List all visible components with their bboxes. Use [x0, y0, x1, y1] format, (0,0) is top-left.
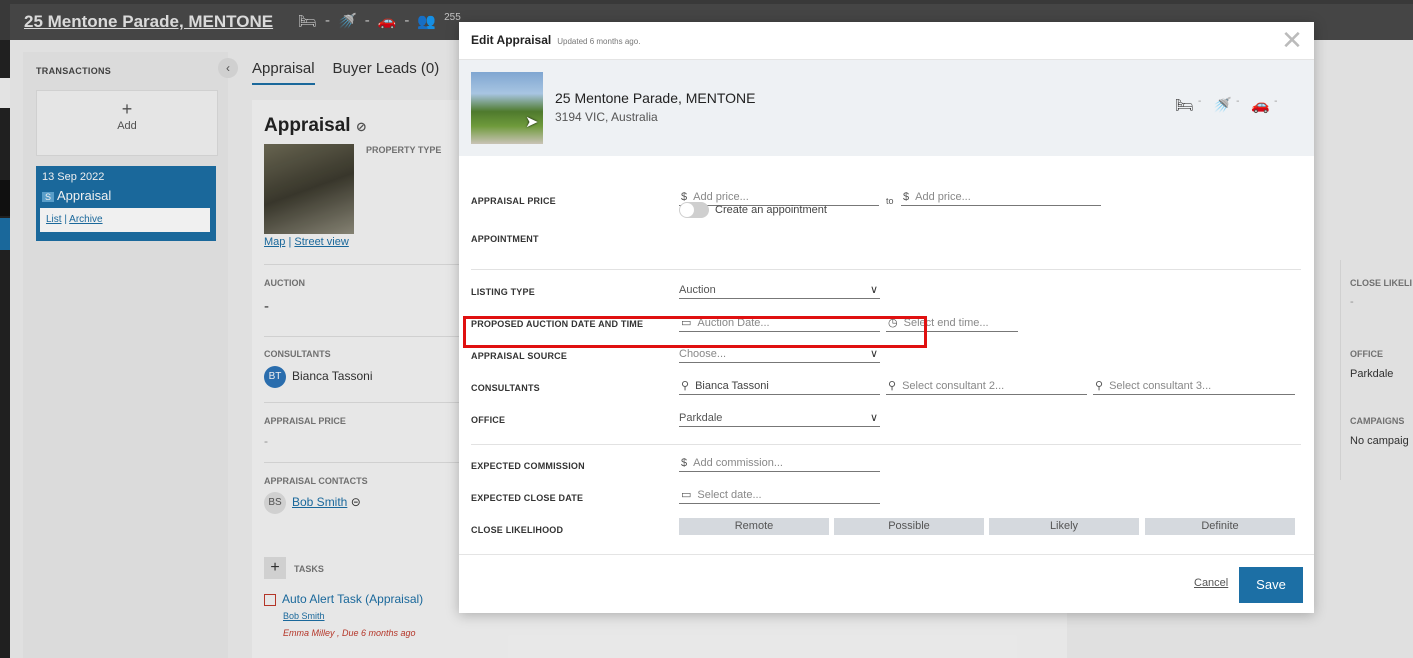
appraisal-source-value: Choose...	[679, 348, 727, 360]
commission-input[interactable]: $ Add commission...	[679, 454, 880, 472]
search-icon: ⚲	[681, 380, 690, 392]
sep: -	[1198, 96, 1202, 107]
appointment-toggle-label: Create an appointment	[715, 204, 827, 216]
address-line1: 25 Mentone Parade, MENTONE	[555, 90, 756, 106]
divider	[471, 269, 1301, 270]
updated-text: Updated 6 months ago.	[557, 37, 641, 46]
expected-commission-label: EXPECTED COMMISSION	[471, 461, 585, 471]
divider	[471, 444, 1301, 445]
modal-form: APPRAISAL PRICE $ Add price... to $ Add pr…	[459, 156, 1314, 554]
likelihood-likely[interactable]: Likely	[989, 518, 1139, 535]
search-icon: ⚲	[1095, 380, 1104, 392]
chevron-down-icon: ∨	[869, 412, 878, 424]
save-button[interactable]: Save	[1239, 567, 1303, 603]
consultant2-placeholder: Select consultant 2...	[902, 380, 1005, 392]
listing-type-value: Auction	[679, 284, 716, 296]
price-to-placeholder: Add price...	[915, 191, 971, 203]
consultant3-input[interactable]: ⚲ Select consultant 3...	[1093, 377, 1295, 395]
listing-type-select[interactable]: Auction ∨	[679, 281, 880, 299]
modal-property-summary: ➤ 25 Mentone Parade, MENTONE 3194 VIC, A…	[459, 60, 1314, 156]
likelihood-remote[interactable]: Remote	[679, 518, 829, 535]
close-icon[interactable]: ✕	[1279, 27, 1305, 54]
office-select[interactable]: Parkdale ∨	[679, 409, 880, 427]
toggle-knob	[680, 203, 694, 217]
highlight-box	[463, 316, 927, 348]
modal-title: Edit Appraisal Updated 6 months ago.	[471, 33, 640, 47]
mouse-cursor-icon: ➤	[525, 114, 539, 131]
listing-type-label: LISTING TYPE	[471, 287, 535, 297]
modal-footer: Cancel Save	[459, 554, 1314, 614]
close-likelihood-label: CLOSE LIKELIHOOD	[471, 525, 564, 535]
bed-icon: 🛏	[1175, 97, 1195, 114]
expected-close-date-label: EXPECTED CLOSE DATE	[471, 493, 584, 503]
search-icon: ⚲	[888, 380, 897, 392]
edit-appraisal-modal: Edit Appraisal Updated 6 months ago. ✕ ➤ …	[459, 22, 1314, 613]
consultant2-input[interactable]: ⚲ Select consultant 2...	[886, 377, 1087, 395]
appointment-toggle[interactable]	[679, 202, 709, 218]
cancel-button[interactable]: Cancel	[1194, 577, 1228, 589]
modal-title-text: Edit Appraisal	[471, 33, 552, 47]
price-to-input[interactable]: $ Add price...	[901, 188, 1101, 206]
sep: -	[1274, 96, 1278, 107]
dollar-icon: $	[903, 191, 910, 203]
car-icon: 🚗	[1251, 97, 1271, 114]
sep: -	[1236, 96, 1240, 107]
consultant3-placeholder: Select consultant 3...	[1109, 380, 1212, 392]
consultants-label: CONSULTANTS	[471, 383, 540, 393]
modal-header: Edit Appraisal Updated 6 months ago. ✕	[459, 22, 1314, 60]
appraisal-price-label: APPRAISAL PRICE	[471, 196, 556, 206]
office-value: Parkdale	[679, 412, 723, 424]
shower-icon: 🚿	[1213, 97, 1233, 114]
likelihood-definite[interactable]: Definite	[1145, 518, 1295, 535]
address-line2: 3194 VIC, Australia	[555, 110, 658, 124]
commission-placeholder: Add commission...	[693, 457, 783, 469]
office-label: OFFICE	[471, 415, 506, 425]
appointment-label: APPOINTMENT	[471, 234, 539, 244]
property-features: 🛏 - 🚿 - 🚗 -	[1175, 96, 1277, 114]
property-thumbnail[interactable]	[471, 72, 543, 144]
dollar-icon: $	[681, 457, 688, 469]
close-date-input[interactable]: ▭ Select date...	[679, 486, 880, 504]
chevron-down-icon: ∨	[869, 284, 878, 296]
close-date-placeholder: Select date...	[697, 489, 762, 501]
consultant1-input[interactable]: ⚲ Bianca Tassoni	[679, 377, 880, 395]
likelihood-possible[interactable]: Possible	[834, 518, 984, 535]
consultant1-value: Bianca Tassoni	[695, 380, 769, 392]
appraisal-source-label: APPRAISAL SOURCE	[471, 351, 568, 361]
to-text: to	[886, 196, 894, 206]
calendar-icon: ▭	[681, 489, 692, 501]
